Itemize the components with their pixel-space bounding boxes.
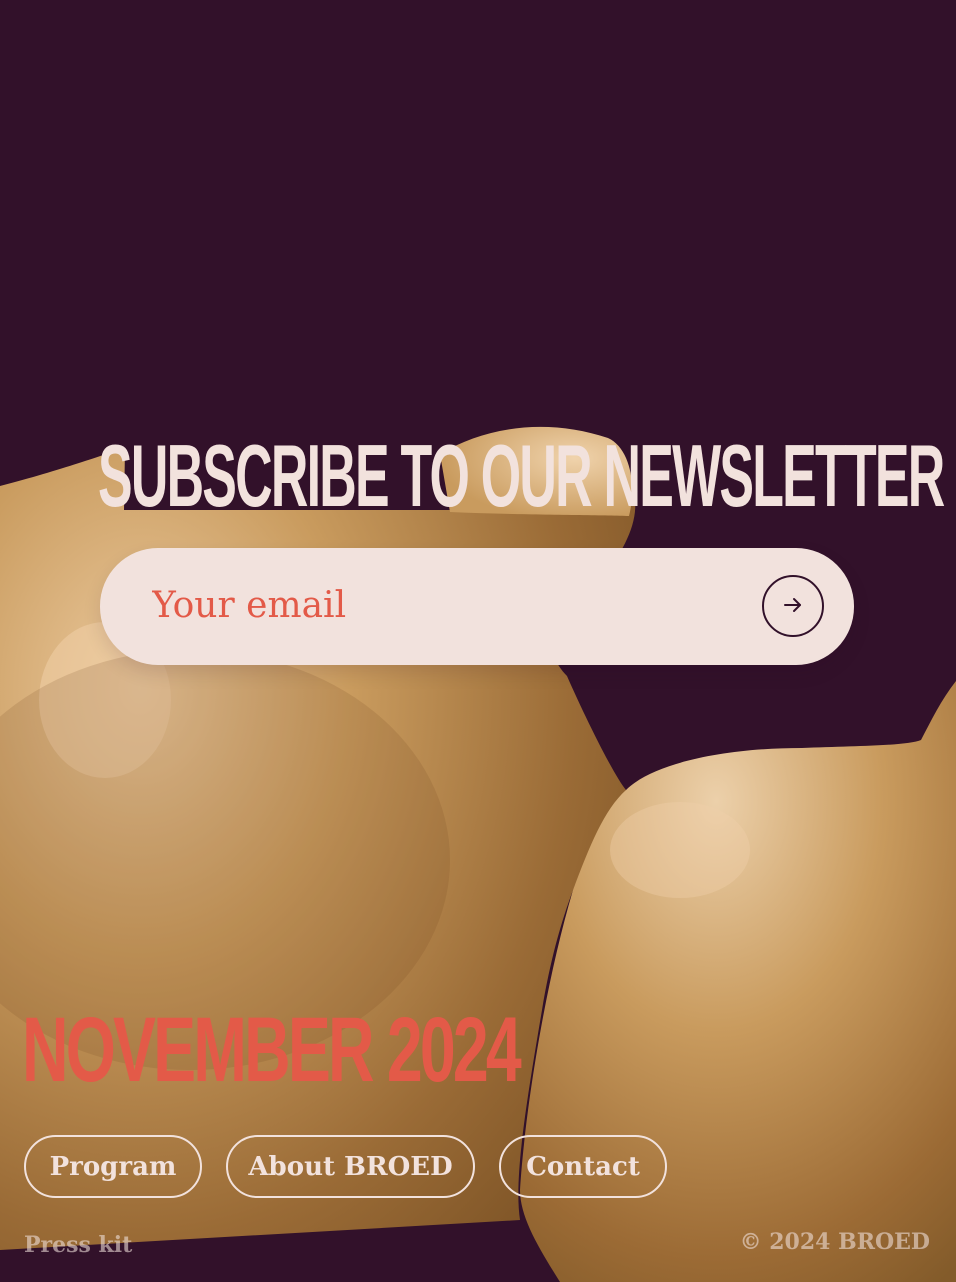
- nav-contact-link[interactable]: Contact: [499, 1135, 667, 1198]
- newsletter-heading: SUBSCRIBE TO OUR NEWSLETTER: [98, 426, 945, 525]
- arrow-right-icon: [781, 593, 805, 620]
- press-kit-link[interactable]: Press kit: [24, 1229, 132, 1261]
- nav-program-link[interactable]: Program: [24, 1135, 202, 1198]
- event-date-heading: NOVEMBER 2024: [22, 999, 522, 1101]
- email-input[interactable]: [152, 568, 732, 642]
- subscribe-button[interactable]: [762, 575, 824, 637]
- newsletter-form: [100, 548, 854, 665]
- copyright-text: © 2024 BROED: [739, 1229, 930, 1255]
- nav-about-broed-link[interactable]: About BROED: [226, 1135, 475, 1198]
- footer-navigation: Program About BROED Contact: [24, 1135, 667, 1198]
